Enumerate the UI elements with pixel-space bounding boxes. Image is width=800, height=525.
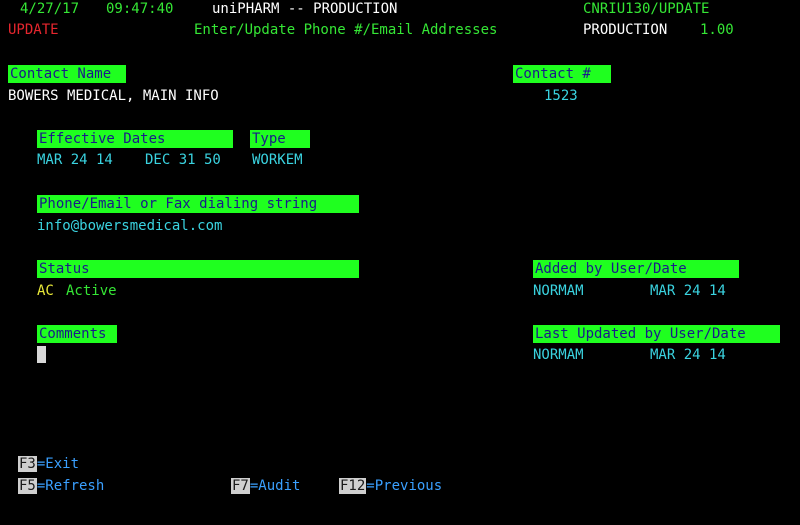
f12-label: =Previous — [366, 478, 443, 494]
status-description: Active — [66, 283, 117, 299]
effective-from-field[interactable]: MAR 24 14 — [37, 151, 113, 169]
system-name: uniPHARM -- PRODUCTION — [212, 1, 398, 17]
f7-label: =Audit — [249, 478, 301, 494]
comments-header: Comments — [37, 325, 117, 343]
added-by-date: MAR 24 14 — [650, 283, 726, 299]
environment-label: PRODUCTION — [583, 22, 668, 38]
type-header: Type — [250, 130, 310, 148]
version-label: 1.00 — [700, 22, 734, 38]
status-code-field[interactable]: AC — [37, 282, 54, 300]
text-cursor — [37, 346, 46, 363]
last-updated-header: Last Updated by User/Date — [533, 325, 780, 343]
system-date: 4/27/17 — [20, 1, 80, 17]
contact-number-value: 1523 — [544, 88, 578, 104]
contact-name-value: BOWERS MEDICAL, MAIN INFO — [8, 88, 219, 104]
f5-label: =Refresh — [36, 478, 105, 494]
f12-keycap: F12 — [339, 478, 367, 494]
mode-indicator: UPDATE — [8, 22, 59, 38]
program-id: CNRIU130/UPDATE — [583, 1, 710, 17]
status-header: Status — [37, 260, 359, 278]
system-time: 09:47:40 — [106, 1, 174, 17]
f7-keycap: F7 — [231, 478, 250, 494]
contact-name-header: Contact Name — [8, 65, 126, 83]
last-updated-user: NORMAM — [533, 347, 584, 363]
f3-exit-key[interactable]: F3=Exit — [18, 456, 79, 473]
type-field[interactable]: WORKEM — [252, 151, 303, 169]
f12-previous-key[interactable]: F12=Previous — [339, 478, 442, 495]
f3-keycap: F3 — [18, 456, 37, 472]
added-by-user: NORMAM — [533, 283, 584, 299]
added-by-header: Added by User/Date — [533, 260, 739, 278]
f7-audit-key[interactable]: F7=Audit — [231, 478, 300, 495]
contact-number-header: Contact # — [513, 65, 611, 83]
f3-label: =Exit — [36, 456, 80, 472]
dial-string-header: Phone/Email or Fax dialing string — [37, 195, 359, 213]
f5-keycap: F5 — [18, 478, 37, 494]
effective-to-field[interactable]: DEC 31 50 — [145, 151, 221, 169]
f5-refresh-key[interactable]: F5=Refresh — [18, 478, 104, 495]
last-updated-date: MAR 24 14 — [650, 347, 726, 363]
screen-title: Enter/Update Phone #/Email Addresses — [194, 22, 498, 38]
dial-string-field[interactable]: info@bowersmedical.com — [37, 217, 222, 235]
effective-dates-header: Effective Dates — [37, 130, 233, 148]
